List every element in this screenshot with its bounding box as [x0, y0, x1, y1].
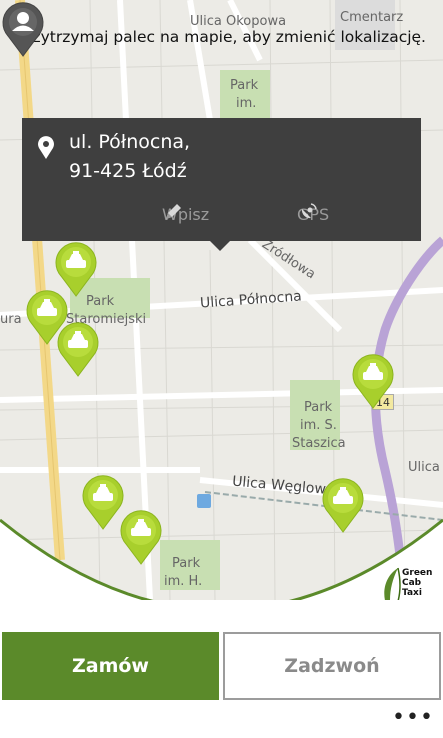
- call-button[interactable]: Zadzwoń: [223, 632, 441, 700]
- popup-pointer: [210, 241, 230, 251]
- pencil-icon: [166, 204, 181, 219]
- station-icon: [197, 494, 211, 508]
- logo-text: Green Cab Taxi: [402, 568, 432, 598]
- map-label-park-staszica-3: Staszica: [292, 436, 346, 451]
- map-view[interactable]: Przytrzymaj palec na mapie, aby zmienić …: [0, 0, 443, 600]
- map-label-park-top-1: Park: [230, 78, 259, 93]
- order-button[interactable]: Zamów: [2, 632, 219, 700]
- leaf-icon: [384, 567, 401, 600]
- taxi-pin-icon[interactable]: [320, 476, 366, 534]
- address-line-street: ul. Północna,: [69, 131, 191, 153]
- logo-text-line-2: Cab: [402, 578, 422, 588]
- map-label-ulica-okopowa: Ulica Okopowa: [190, 14, 287, 29]
- satellite-icon: [301, 203, 317, 219]
- map-label-ura: ura: [0, 312, 22, 327]
- map-label-cmentarz: Cmentarz: [340, 10, 404, 25]
- map-label-park-top-2: im.: [236, 96, 257, 111]
- map-label-park-h-1: Park: [172, 556, 201, 571]
- map-label-ulica-right: Ulica: [408, 460, 440, 475]
- logo-text-line-1: Green: [402, 568, 433, 578]
- address-line-city: 91-425 Łódź: [69, 160, 187, 182]
- gps-button[interactable]: GPS: [297, 201, 329, 227]
- app-screen: Przytrzymaj palec na mapie, aby zmienić …: [0, 0, 443, 738]
- location-pin-icon: [38, 136, 54, 159]
- map-label-park-h-2: im. H.: [164, 574, 203, 589]
- taxi-pin-icon[interactable]: [118, 508, 164, 566]
- taxi-pin-icon[interactable]: [350, 352, 396, 410]
- map-label-park-staszica-1: Park: [304, 400, 333, 415]
- type-address-button[interactable]: Wpisz: [162, 201, 209, 227]
- user-location-pin-icon[interactable]: [0, 0, 46, 58]
- green-cab-taxi-logo: Green Cab Taxi: [378, 566, 440, 600]
- more-options-button[interactable]: •••: [392, 707, 433, 732]
- map-hint-text: Przytrzymaj palec na mapie, aby zmienić …: [17, 28, 426, 46]
- taxi-pin-icon[interactable]: [55, 320, 101, 378]
- map-label-park-staszica-2: im. S.: [300, 418, 337, 433]
- location-popup: ul. Północna, 91-425 Łódź Wpisz GPS: [22, 118, 421, 251]
- logo-text-line-3: Taxi: [402, 588, 422, 598]
